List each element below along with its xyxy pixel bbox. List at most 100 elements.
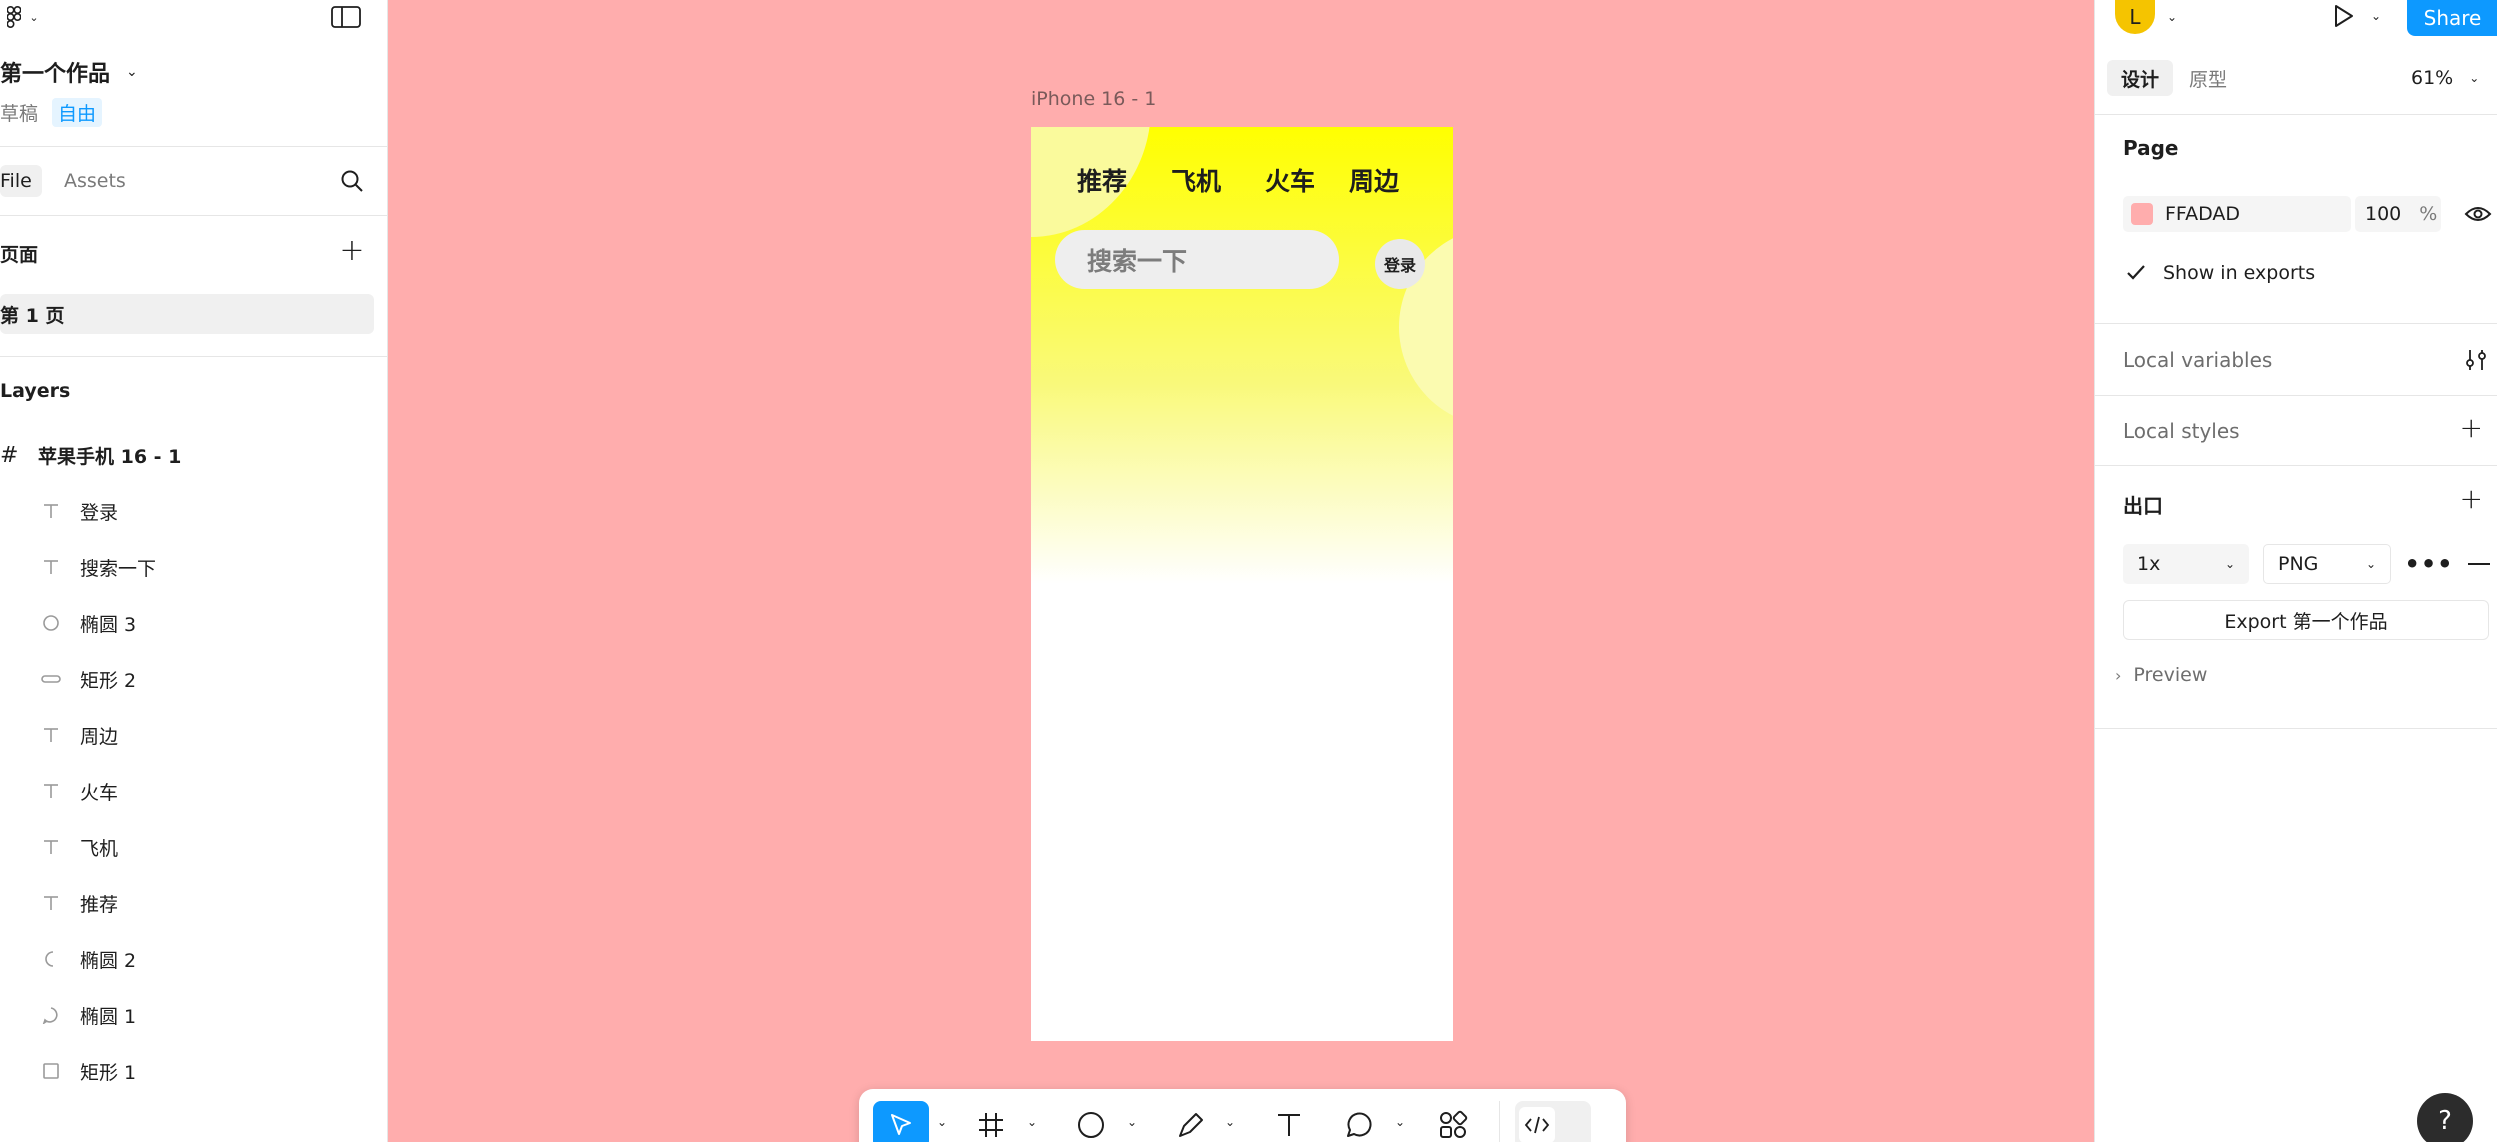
design-canvas[interactable]: iPhone 16 - 1 推荐 飞机 火车 周边 搜索一下 登录 ⌄ ⌄ ⌄ … [389, 0, 2093, 1142]
code-icon [1524, 1116, 1550, 1134]
phone-search-bar[interactable]: 搜索一下 [1055, 230, 1339, 289]
search-layers-button[interactable] [336, 165, 368, 197]
avatar-letter: L [2129, 5, 2141, 29]
layer-item[interactable]: 椭圆 3 [0, 595, 387, 651]
ellipse-icon [38, 610, 64, 636]
page-color-field[interactable]: FFADAD [2123, 196, 2351, 232]
phone-tab-recommend[interactable]: 推荐 [1077, 162, 1127, 198]
chevron-right-icon: › [2115, 665, 2122, 685]
chevron-down-icon[interactable]: ⌄ [1395, 1115, 1405, 1129]
checkmark-icon [2127, 265, 2145, 280]
phone-tab-train[interactable]: 火车 [1265, 162, 1315, 198]
left-sidebar: ⌄ 第一个作品 ⌄ 草稿 自由 File Assets 页面 + 第 1 页 L… [0, 0, 388, 1142]
layer-item[interactable]: 登录 [0, 483, 387, 539]
add-style-button[interactable]: + [2460, 411, 2483, 444]
page-item[interactable]: 第 1 页 [0, 294, 374, 334]
layer-item[interactable]: 飞机 [0, 819, 387, 875]
phone-login-button[interactable]: 登录 [1375, 239, 1425, 289]
zoom-value: 61% [2411, 67, 2454, 89]
layer-item[interactable]: 椭圆 2 [0, 931, 387, 987]
actions-grid-icon [1440, 1110, 1468, 1138]
page-color-swatch[interactable] [2131, 203, 2153, 225]
frame-label[interactable]: iPhone 16 - 1 [1031, 88, 1156, 110]
export-format-select[interactable]: PNG ⌄ [2263, 544, 2391, 584]
export-button[interactable]: Export 第一个作品 [2123, 600, 2489, 640]
local-styles-title: Local styles [2123, 419, 2240, 443]
add-page-button[interactable]: + [336, 232, 368, 268]
layer-item[interactable]: 矩形 1 [0, 1043, 387, 1099]
help-button[interactable]: ? [2417, 1093, 2473, 1142]
layer-item-name: 周边 [80, 725, 119, 748]
layer-item[interactable]: 椭圆 1 [0, 987, 387, 1043]
phone-search-placeholder: 搜索一下 [1087, 246, 1188, 276]
actions-tool-button[interactable] [1433, 1105, 1473, 1142]
chevron-down-icon[interactable]: ⌄ [937, 1115, 947, 1129]
ellipse-icon [1078, 1112, 1104, 1138]
layer-item[interactable]: 矩形 2 [0, 651, 387, 707]
toggle-sidebar-button[interactable] [328, 2, 364, 32]
tab-prototype[interactable]: 原型 [2189, 60, 2227, 96]
phone-tab-plane[interactable]: 飞机 [1171, 162, 1221, 198]
plus-icon: + [339, 232, 365, 268]
chevron-down-icon[interactable]: ⌄ [1225, 1115, 1235, 1129]
chevron-down-icon[interactable]: ⌄ [1027, 1115, 1037, 1129]
page-opacity-field[interactable]: 100 % [2355, 196, 2441, 232]
local-variables-title[interactable]: Local variables [2123, 348, 2272, 372]
add-export-button[interactable]: + [2460, 482, 2483, 515]
remove-export-button[interactable] [2463, 548, 2495, 580]
preview-toggle[interactable]: › Preview [2115, 664, 2207, 686]
comment-tool-button[interactable] [1337, 1105, 1377, 1142]
tab-assets[interactable]: Assets [64, 165, 126, 197]
open-variables-button[interactable] [2461, 344, 2493, 376]
file-title-button[interactable]: 第一个作品 ⌄ [0, 56, 138, 88]
dev-mode-knob [1519, 1107, 1555, 1142]
layer-item[interactable]: 周边 [0, 707, 387, 763]
user-menu-button[interactable]: L ⌄ [2115, 0, 2177, 34]
tab-prototype-label: 原型 [2189, 68, 2228, 91]
layer-frame-name: 苹果手机 16 - 1 [38, 445, 182, 468]
dev-mode-toggle[interactable] [1515, 1101, 1591, 1142]
divider [2095, 114, 2497, 115]
zoom-dropdown[interactable]: 61% ⌄ [2411, 60, 2479, 96]
chevron-down-icon[interactable]: ⌄ [1127, 1115, 1137, 1129]
plan-badge[interactable]: 自由 [52, 98, 103, 127]
layer-item-name: 登录 [80, 501, 119, 524]
share-button[interactable]: Share [2407, 0, 2497, 36]
chevron-down-icon: ⌄ [2371, 9, 2382, 23]
text-tool-button[interactable] [1269, 1105, 1309, 1142]
show-in-exports-checkbox[interactable]: Show in exports [2123, 260, 2315, 286]
tab-design-label: 设计 [2120, 68, 2159, 91]
chevron-down-icon: ⌄ [2469, 71, 2480, 85]
page-item-label: 第 1 页 [0, 304, 65, 327]
page-color-hex[interactable]: FFADAD [2165, 203, 2240, 225]
help-icon: ? [2438, 1106, 2452, 1136]
text-icon [38, 890, 64, 916]
frame-tool-button[interactable] [971, 1105, 1011, 1142]
layer-item[interactable]: 火车 [0, 763, 387, 819]
tab-assets-label: Assets [64, 170, 126, 192]
chevron-down-icon: ⌄ [2224, 557, 2235, 571]
layer-item-name: 矩形 1 [80, 1061, 137, 1084]
figma-menu-button[interactable]: ⌄ [0, 2, 46, 32]
partial-ellipse-icon [38, 946, 64, 972]
pen-tool-button[interactable] [1171, 1105, 1211, 1142]
eye-icon [2464, 207, 2492, 221]
chevron-down-icon: ⌄ [2365, 557, 2376, 571]
play-icon [2335, 5, 2353, 27]
toggle-visibility-button[interactable] [2461, 198, 2495, 230]
layer-item[interactable]: 搜索一下 [0, 539, 387, 595]
text-icon [1278, 1114, 1300, 1136]
tab-design[interactable]: 设计 [2107, 60, 2173, 96]
avatar: L [2115, 0, 2155, 34]
divider [2095, 465, 2497, 466]
shape-tool-button[interactable] [1071, 1105, 1111, 1142]
phone-frame[interactable]: 推荐 飞机 火车 周边 搜索一下 登录 [1031, 127, 1453, 1041]
phone-tab-nearby[interactable]: 周边 [1349, 162, 1399, 198]
export-settings-button[interactable]: ••• [2404, 548, 2452, 580]
move-tool-button[interactable] [873, 1101, 929, 1142]
layer-frame[interactable]: # 苹果手机 16 - 1 [0, 427, 387, 483]
layer-item[interactable]: 推荐 [0, 875, 387, 931]
present-button[interactable]: ⌄ [2331, 0, 2381, 32]
export-scale-select[interactable]: 1x ⌄ [2123, 544, 2249, 584]
tab-file[interactable]: File [0, 165, 42, 197]
